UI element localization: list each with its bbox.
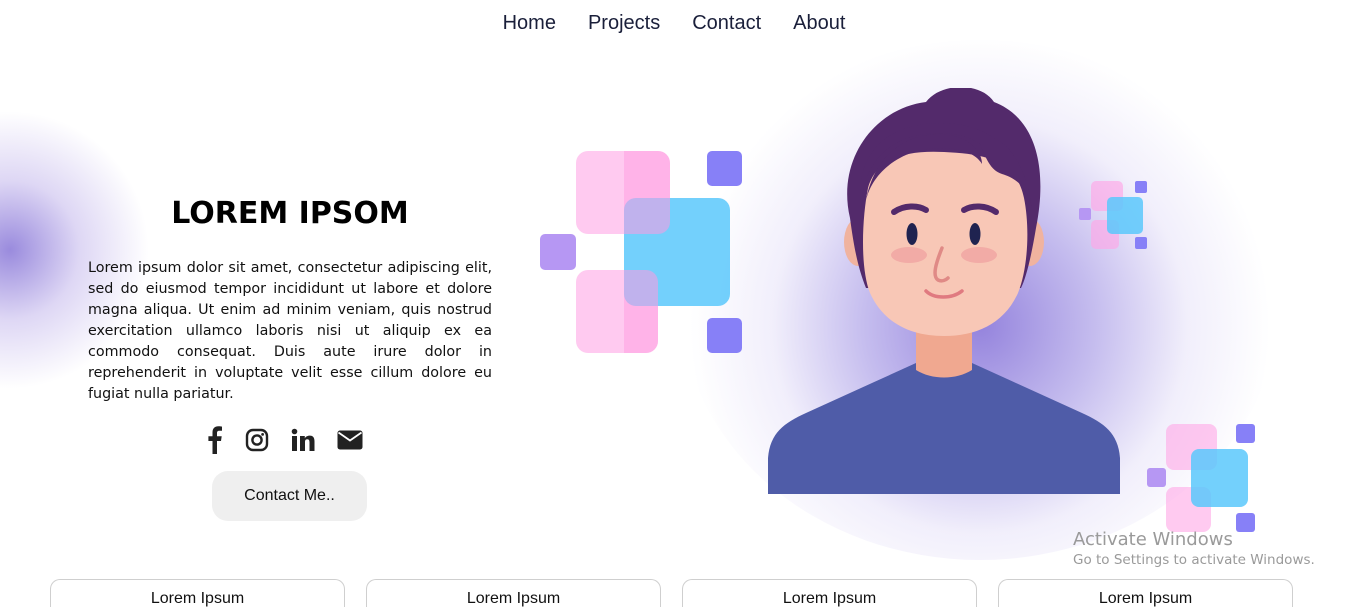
card-1[interactable]: Lorem Ipsum — [50, 579, 345, 607]
nav-contact-link[interactable]: Contact — [692, 12, 761, 35]
cards-row: Lorem Ipsum Lorem Ipsum Lorem Ipsum Lore… — [50, 579, 1293, 607]
portfolio-page: Home Projects Contact About LOREM IPSOM … — [0, 0, 1348, 607]
instagram-icon[interactable] — [245, 428, 269, 457]
activate-windows-title: Activate Windows — [1073, 529, 1233, 550]
facebook-icon[interactable] — [205, 426, 223, 459]
person-avatar — [768, 88, 1120, 494]
nav-about-link[interactable]: About — [793, 12, 845, 35]
top-nav: Home Projects Contact About — [0, 12, 1348, 35]
envelope-icon[interactable] — [337, 429, 363, 456]
linkedin-icon[interactable] — [291, 428, 315, 457]
nav-home-link[interactable]: Home — [503, 12, 556, 35]
card-2[interactable]: Lorem Ipsum — [366, 579, 661, 607]
social-links — [205, 426, 363, 459]
hero-paragraph: Lorem ipsum dolor sit amet, consectetur … — [88, 260, 492, 402]
hero-title: LOREM IPSOM — [171, 196, 409, 231]
nav-projects-link[interactable]: Projects — [588, 12, 660, 35]
activate-windows-subtitle: Go to Settings to activate Windows. — [1073, 552, 1315, 568]
card-3[interactable]: Lorem Ipsum — [682, 579, 977, 607]
activate-windows-watermark: Activate Windows Go to Settings to activ… — [1073, 529, 1315, 568]
card-4[interactable]: Lorem Ipsum — [998, 579, 1293, 607]
contact-me-button[interactable]: Contact Me.. — [212, 471, 367, 521]
